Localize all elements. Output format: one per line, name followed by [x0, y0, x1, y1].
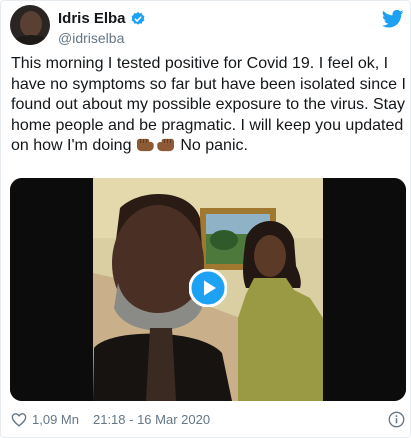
fist-bump-emoji-icon: [136, 138, 154, 152]
like-count[interactable]: 1,09 Mn: [32, 412, 79, 427]
twitter-bird-icon[interactable]: [382, 9, 404, 29]
video-player[interactable]: [10, 178, 406, 401]
tweet-text: This morning I tested positive for Covid…: [11, 54, 406, 157]
tweet-footer: 1,09 Mn 21:18 - 16 Mar 2020: [11, 412, 210, 427]
author-display-name[interactable]: Idris Elba: [58, 10, 126, 27]
tweet-text-part2: No panic.: [175, 137, 248, 154]
author-handle[interactable]: @idriselba: [58, 30, 124, 46]
heart-icon[interactable]: [11, 412, 27, 427]
avatar[interactable]: [10, 5, 50, 45]
tweet-card: Idris Elba @idriselba This morning I tes…: [0, 0, 411, 438]
author-name-row[interactable]: Idris Elba: [58, 10, 146, 27]
fist-bump-emoji-icon: [157, 138, 174, 152]
tweet-timestamp[interactable]: 21:18 - 16 Mar 2020: [93, 412, 210, 427]
info-icon[interactable]: [388, 411, 405, 428]
play-icon[interactable]: [189, 269, 227, 307]
verified-badge-icon: [131, 11, 144, 25]
